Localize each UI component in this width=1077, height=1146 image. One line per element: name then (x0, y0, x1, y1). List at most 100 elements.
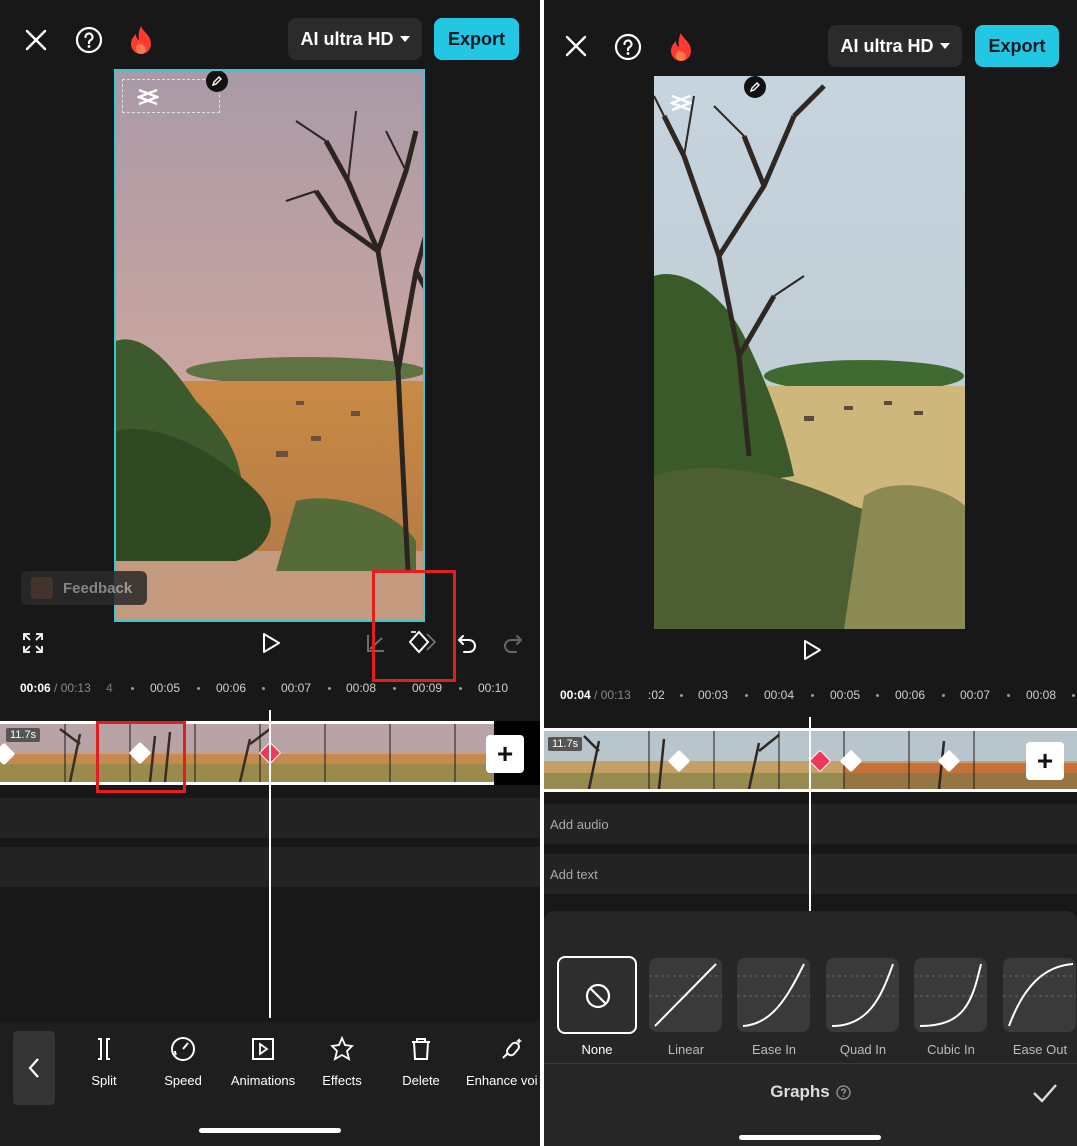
video-preview[interactable] (114, 69, 425, 622)
ruler-dot (942, 694, 945, 697)
chevron-down-icon (939, 43, 950, 49)
ruler-tick: 00:07 (281, 681, 312, 695)
none-icon (585, 983, 611, 1009)
ruler-dot (876, 694, 879, 697)
graphs-title: Graphs (770, 1082, 830, 1101)
ruler-dot (459, 687, 462, 690)
cubic-in-curve-icon (914, 963, 987, 1027)
video-clip-track[interactable]: 11.7s (0, 721, 494, 785)
curve-option-ease-out[interactable] (1003, 958, 1076, 1032)
clip-duration-badge: 11.7s (548, 737, 583, 751)
tool-animations[interactable]: Animations (221, 1036, 305, 1088)
edit-pencil-icon[interactable] (206, 71, 228, 92)
ruler-tick: 00:05 (830, 688, 861, 702)
play-icon[interactable] (258, 630, 284, 656)
curve-label: Linear (667, 1042, 705, 1057)
ruler-dot (745, 694, 748, 697)
flame-icon[interactable] (664, 29, 698, 65)
watermark-placeholder[interactable] (122, 79, 220, 113)
total-time: 00:13 (600, 688, 631, 702)
ruler-dot (197, 687, 200, 690)
add-clip-button[interactable]: + (1026, 742, 1064, 780)
ruler-dot (131, 687, 134, 690)
left-editor-panel: AI ultra HD Export Feedback 00:06 / 00:1… (0, 0, 540, 1146)
ruler-tick: 00:05 (150, 681, 181, 695)
ruler-partial-tick: 4 (106, 681, 113, 695)
export-button[interactable]: Export (975, 25, 1059, 67)
ruler-dot (1007, 694, 1010, 697)
video-preview[interactable] (654, 76, 965, 629)
quad-in-curve-icon (826, 963, 899, 1027)
add-clip-button[interactable]: + (486, 735, 524, 773)
play-icon[interactable] (799, 637, 825, 663)
curve-label: None (581, 1042, 613, 1057)
export-button[interactable]: Export (434, 18, 519, 60)
tool-enhance-voice[interactable]: Enhance voi (466, 1036, 540, 1088)
confirm-check-icon[interactable] (1030, 1078, 1060, 1108)
curve-option-quad-in[interactable] (826, 958, 899, 1032)
close-icon[interactable] (560, 30, 592, 62)
tool-label: Split (91, 1073, 117, 1088)
tool-split[interactable]: Split (62, 1036, 146, 1088)
quality-selector[interactable]: AI ultra HD (288, 18, 422, 60)
home-indicator (739, 1135, 881, 1140)
ruler-tick: 00:08 (1026, 688, 1057, 702)
graphs-title-row: Graphs (544, 1082, 1077, 1102)
tool-effects[interactable]: Effects (300, 1035, 384, 1088)
feedback-button[interactable]: Feedback (21, 571, 147, 605)
total-time: 00:13 (60, 681, 91, 695)
help-icon[interactable] (611, 30, 645, 64)
ruler-dot (1072, 694, 1075, 697)
tool-delete[interactable]: Delete (379, 1036, 463, 1088)
enhance-voice-icon (502, 1038, 522, 1059)
close-icon[interactable] (20, 24, 52, 56)
curve-option-none[interactable] (557, 956, 637, 1034)
video-frame-image (654, 76, 965, 629)
speed-icon (171, 1037, 195, 1061)
tool-label: Animations (230, 1073, 296, 1088)
current-time: 00:04 (560, 688, 591, 702)
info-icon[interactable] (836, 1084, 851, 1100)
undo-icon[interactable] (454, 630, 480, 656)
curve-option-cubic-in[interactable] (914, 958, 987, 1032)
ruler-partial-tick: :02 (648, 688, 665, 702)
curve-option-linear[interactable] (649, 958, 722, 1032)
linear-curve-icon (649, 963, 722, 1027)
capcut-logo-icon (137, 88, 159, 106)
curve-option-ease-in[interactable] (737, 958, 810, 1032)
right-editor-panel: AI ultra HD Export 00:04 / 00:13:02 00:… (544, 0, 1077, 1146)
redo-icon[interactable] (500, 630, 526, 656)
feedback-thumbnail-icon (31, 577, 53, 599)
graphs-divider (544, 1063, 1077, 1064)
ruler-tick: 00:06 (895, 688, 926, 702)
ruler-dot (262, 687, 265, 690)
tool-label: Delete (402, 1073, 440, 1088)
add-text-label: Add text (550, 866, 598, 882)
tool-label: Speed (164, 1073, 202, 1088)
ruler-tick: 00:04 (764, 688, 795, 702)
ruler-tick: 00:08 (346, 681, 377, 695)
ease-in-curve-icon (737, 963, 810, 1027)
quality-selector[interactable]: AI ultra HD (828, 25, 962, 67)
quality-label: AI ultra HD (300, 28, 394, 49)
tool-speed[interactable]: Speed (141, 1036, 225, 1088)
back-chevron-button[interactable] (13, 1031, 55, 1105)
edit-pencil-icon[interactable] (744, 76, 766, 98)
video-frame-image (116, 71, 423, 620)
trash-icon (412, 1038, 430, 1060)
curve-label: Ease In (751, 1042, 797, 1057)
curve-label: Ease Out (1012, 1042, 1068, 1057)
tool-label: Effects (322, 1073, 362, 1088)
fullscreen-icon[interactable] (20, 630, 46, 656)
ruler-tick: 00:07 (960, 688, 991, 702)
ruler-tick: 00:10 (478, 681, 509, 695)
help-icon[interactable] (72, 23, 106, 57)
flame-icon[interactable] (124, 22, 158, 58)
capcut-logo-icon (670, 94, 692, 112)
ruler-tick: 00:09 (412, 681, 443, 695)
playhead[interactable] (269, 710, 271, 1018)
home-indicator (199, 1128, 341, 1133)
ruler-dot (328, 687, 331, 690)
tool-label: Enhance voi (466, 1073, 538, 1088)
playhead[interactable] (809, 717, 811, 911)
